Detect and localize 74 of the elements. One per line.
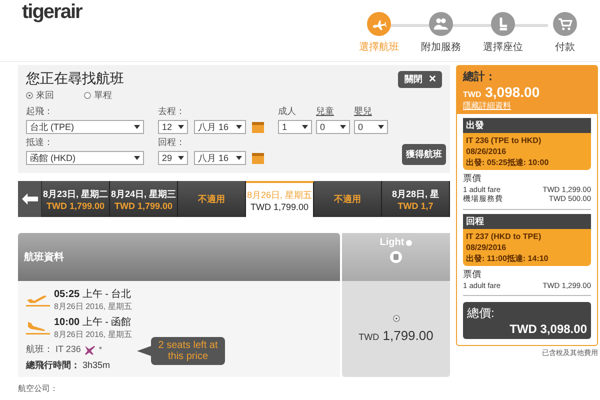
flight-number: 航班： IT 236 xyxy=(26,343,81,356)
step-label: 選擇座位 xyxy=(483,40,523,54)
day-select[interactable]: 29 xyxy=(158,151,188,165)
field-label: 去程： xyxy=(158,105,186,118)
fare-label: 票價 xyxy=(463,172,482,185)
flight-date: 8月26日 2016, 星期五 xyxy=(54,301,132,312)
origin-select[interactable]: 台北 (TPE) xyxy=(26,120,144,134)
asterisk-mark: * xyxy=(98,345,102,354)
field-label: 回程： xyxy=(158,136,186,149)
passenger-select[interactable]: 0 xyxy=(354,120,388,134)
fare-radio[interactable] xyxy=(392,315,400,322)
date-tab[interactable]: 不適用 xyxy=(314,181,382,217)
date-tab[interactable]: 8月26日, 星期五 TWD 1,799.00 xyxy=(246,181,314,217)
step-circle[interactable] xyxy=(429,12,453,36)
people-icon xyxy=(433,16,449,32)
passenger-label: 成人 xyxy=(278,105,297,118)
bag-icon xyxy=(390,251,402,263)
leg-title: 回程 xyxy=(463,214,591,229)
fare-label: 票價 xyxy=(463,268,482,281)
info-icon[interactable] xyxy=(406,240,412,246)
total-label: 總計： xyxy=(463,70,497,84)
flight-time: 05:25 上午 - 台北 xyxy=(54,288,132,301)
tooltip-pointer xyxy=(137,346,151,356)
leg-info: IT 236 (TPE to HKD) 08/26/2016 出發: 05:25抵達: 10:00 xyxy=(463,133,591,170)
field-label: 起飛： xyxy=(26,105,54,118)
leg-info: IT 237 (HKD to TPE) 08/29/2016 出發: 11:00抵達: 14:10 xyxy=(463,229,591,266)
cart-icon xyxy=(557,16,573,32)
previous-dates-button[interactable] xyxy=(18,181,42,217)
takeoff-icon xyxy=(26,292,50,306)
flight-time: 10:00 上午 - 函館 xyxy=(54,316,132,329)
field-label: 抵達： xyxy=(26,136,54,149)
passenger-label: 兒童 xyxy=(316,105,335,118)
total-amount: TWD 3,098.00 xyxy=(463,84,541,100)
date-tab[interactable]: 8月24日, 星期三 TWD 1,799.00 xyxy=(110,181,178,217)
seats-tooltip: 2 seats left at this price xyxy=(151,337,225,365)
radio-button[interactable] xyxy=(26,92,33,99)
date-tab[interactable]: 8月28日, 星 TWD 1,7 xyxy=(382,181,450,217)
close-button[interactable]: 關閉 xyxy=(398,70,442,88)
step-circle[interactable] xyxy=(553,12,577,36)
flight-duration: 總飛行時間： 3h35m xyxy=(26,359,112,372)
radio-label: 來回 xyxy=(36,89,54,102)
step-circle[interactable] xyxy=(367,12,391,36)
month-select[interactable]: 八月 16 xyxy=(194,151,246,165)
destination-select[interactable]: 函館 (HKD) xyxy=(26,151,144,165)
calendar-icon[interactable] xyxy=(252,122,264,132)
grand-total-amount: TWD 3,098.00 xyxy=(510,322,587,336)
step-label: 選擇航班 xyxy=(359,40,399,54)
date-tab[interactable]: 8月23日, 星期二 TWD 1,799.00 xyxy=(42,181,110,217)
fare-cell[interactable]: TWD 1,799.00 xyxy=(342,281,450,377)
date-tab[interactable]: 不適用 xyxy=(178,181,246,217)
close-icon xyxy=(429,74,436,82)
passenger-select[interactable]: 0 xyxy=(316,120,350,134)
radio-label: 單程 xyxy=(94,89,112,102)
step-circle[interactable] xyxy=(491,12,515,36)
grand-total-label: 總價: xyxy=(467,305,496,322)
month-select[interactable]: 八月 16 xyxy=(194,120,246,134)
fare-header: Light xyxy=(342,233,450,281)
search-button[interactable]: 獲得航班 xyxy=(402,144,446,165)
tigerair-logo[interactable]: tigerair xyxy=(22,0,82,24)
calendar-icon[interactable] xyxy=(252,152,264,164)
table-header: 航班資料 xyxy=(18,233,340,281)
step-label: 付款 xyxy=(555,41,575,54)
airline-label: 航空公司： xyxy=(18,383,59,394)
radio-button[interactable] xyxy=(84,92,91,99)
leg-title: 出發 xyxy=(463,118,591,133)
passenger-select[interactable]: 1 xyxy=(278,120,312,134)
fare-price: TWD 1,799.00 xyxy=(358,328,434,343)
landing-icon xyxy=(26,320,50,334)
flight-date: 8月26日 2016, 星期五 xyxy=(54,329,132,340)
arrow-left-icon xyxy=(22,193,38,205)
step-label: 附加服務 xyxy=(421,40,461,54)
search-title: 您正在尋找航班 xyxy=(26,70,124,88)
passenger-label: 嬰兒 xyxy=(354,105,373,118)
day-select[interactable]: 12 xyxy=(158,120,188,134)
